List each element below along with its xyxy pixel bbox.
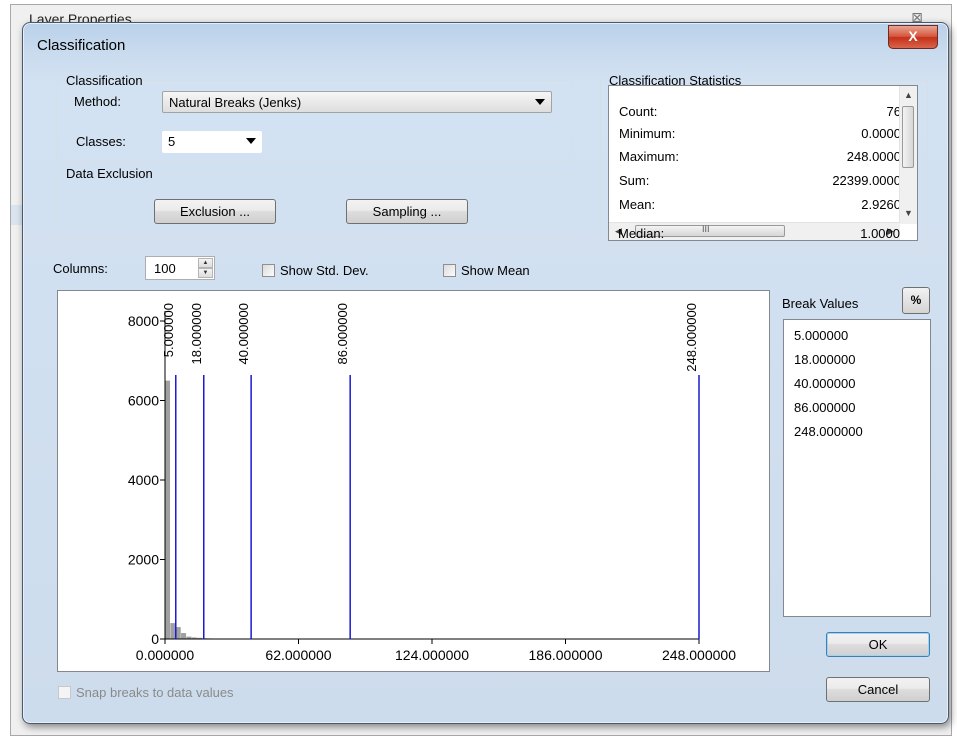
break-line-label: 40.000000 xyxy=(236,303,251,364)
ok-button[interactable]: OK xyxy=(826,632,930,657)
columns-label: Columns: xyxy=(53,261,108,276)
spin-down-icon[interactable]: ▼ xyxy=(198,268,213,278)
histogram-bar xyxy=(165,380,171,639)
break-value-item[interactable]: 18.000000 xyxy=(794,352,855,367)
scroll-thumb[interactable] xyxy=(902,106,914,168)
dialog-title: Classification xyxy=(37,37,126,54)
x-tick-label: 124.000000 xyxy=(395,647,469,663)
spin-buttons[interactable]: ▲ ▼ xyxy=(198,258,213,278)
snap-breaks-checkbox[interactable] xyxy=(58,686,71,699)
stat-value: 1.0000 xyxy=(860,226,900,240)
show-mean-checkbox[interactable] xyxy=(443,264,456,277)
break-line-label: 5.000000 xyxy=(161,303,176,357)
stat-key: Count: xyxy=(619,104,658,119)
close-button[interactable]: X xyxy=(888,25,938,49)
chevron-down-icon xyxy=(246,138,256,144)
classes-value: 5 xyxy=(168,134,176,149)
data-exclusion-label: Data Exclusion xyxy=(66,166,153,181)
break-line-label: 86.000000 xyxy=(335,303,350,364)
show-std-dev-label: Show Std. Dev. xyxy=(280,263,369,278)
y-tick-label: 4000 xyxy=(128,472,159,488)
stat-key: Minimum: xyxy=(619,126,676,141)
statistics-list[interactable]: Count: 76 Minimum: 0.0000 Maximum: 248.0… xyxy=(608,85,918,241)
stat-value: 2.9260 xyxy=(861,197,901,212)
stat-row: Sum: 22399.0000 xyxy=(619,173,901,195)
show-std-dev-checkbox[interactable] xyxy=(262,264,275,277)
y-tick-label: 2000 xyxy=(128,552,159,568)
stat-value: 22399.0000 xyxy=(832,173,901,188)
snap-breaks-label: Snap breaks to data values xyxy=(76,685,234,700)
sampling-button[interactable]: Sampling ... xyxy=(346,199,468,224)
stat-key: Sum: xyxy=(619,173,650,188)
method-label: Method: xyxy=(74,94,121,109)
stat-key: Maximum: xyxy=(619,149,679,164)
chevron-down-icon xyxy=(535,99,545,105)
break-line-label: 248.000000 xyxy=(684,303,699,372)
y-tick-label: 0 xyxy=(151,631,159,647)
y-tick-label: 6000 xyxy=(128,393,159,409)
y-tick-label: 8000 xyxy=(128,313,159,329)
percent-button[interactable]: % xyxy=(902,287,930,314)
show-mean-label: Show Mean xyxy=(461,263,530,278)
stat-row: Count: 76 xyxy=(619,104,901,126)
stat-row: Maximum: 248.0000 xyxy=(619,149,901,171)
stat-row: Mean: 2.9260 xyxy=(619,197,901,219)
columns-value: 100 xyxy=(154,261,176,276)
x-tick-label: 0.000000 xyxy=(136,647,195,663)
stat-row-median: Median: 1.0000 xyxy=(618,226,900,240)
histogram-chart: 0 2000 4000 6000 8000 0.000000 62.000000 124.00… xyxy=(128,303,736,663)
stat-row: Minimum: 0.0000 xyxy=(619,126,901,148)
x-tick-label: 186.000000 xyxy=(529,647,603,663)
statistics-vertical-scrollbar[interactable]: ▲ ▼ xyxy=(899,86,917,224)
x-tick-label: 248.000000 xyxy=(662,647,736,663)
break-value-item[interactable]: 248.000000 xyxy=(794,424,863,439)
method-dropdown[interactable]: Natural Breaks (Jenks) xyxy=(162,91,552,113)
break-value-item[interactable]: 40.000000 xyxy=(794,376,855,391)
histogram-panel[interactable]: 0 2000 4000 6000 8000 0.000000 62.000000 124.00… xyxy=(57,290,770,672)
classification-group-label: Classification xyxy=(66,73,143,88)
break-line-label: 18.000000 xyxy=(189,303,204,364)
method-value: Natural Breaks (Jenks) xyxy=(169,95,302,110)
x-tick-label: 62.000000 xyxy=(265,647,331,663)
break-value-item[interactable]: 5.000000 xyxy=(794,328,848,343)
classes-dropdown[interactable]: 5 xyxy=(162,131,262,153)
break-value-item[interactable]: 86.000000 xyxy=(794,400,855,415)
spin-up-icon[interactable]: ▲ xyxy=(198,258,213,268)
classes-label: Classes: xyxy=(76,134,126,149)
histogram-bar xyxy=(170,623,176,639)
stat-key: Mean: xyxy=(619,197,656,212)
histogram-bar xyxy=(181,633,187,639)
data-exclusion-group: Data Exclusion xyxy=(57,166,572,240)
break-values-label: Break Values xyxy=(782,296,859,311)
scroll-up-icon[interactable]: ▲ xyxy=(904,90,913,100)
stat-key: Median: xyxy=(618,226,665,240)
exclusion-button[interactable]: Exclusion ... xyxy=(154,199,276,224)
cancel-button[interactable]: Cancel xyxy=(826,677,930,702)
stat-value: 0.0000 xyxy=(861,126,901,141)
scroll-down-icon[interactable]: ▼ xyxy=(904,208,913,218)
columns-stepper[interactable]: 100 ▲ ▼ xyxy=(145,256,215,280)
stat-value: 248.0000 xyxy=(846,149,901,164)
break-values-list[interactable]: 5.000000 18.000000 40.000000 86.000000 2… xyxy=(783,319,931,617)
classification-group: Classification xyxy=(57,73,572,162)
